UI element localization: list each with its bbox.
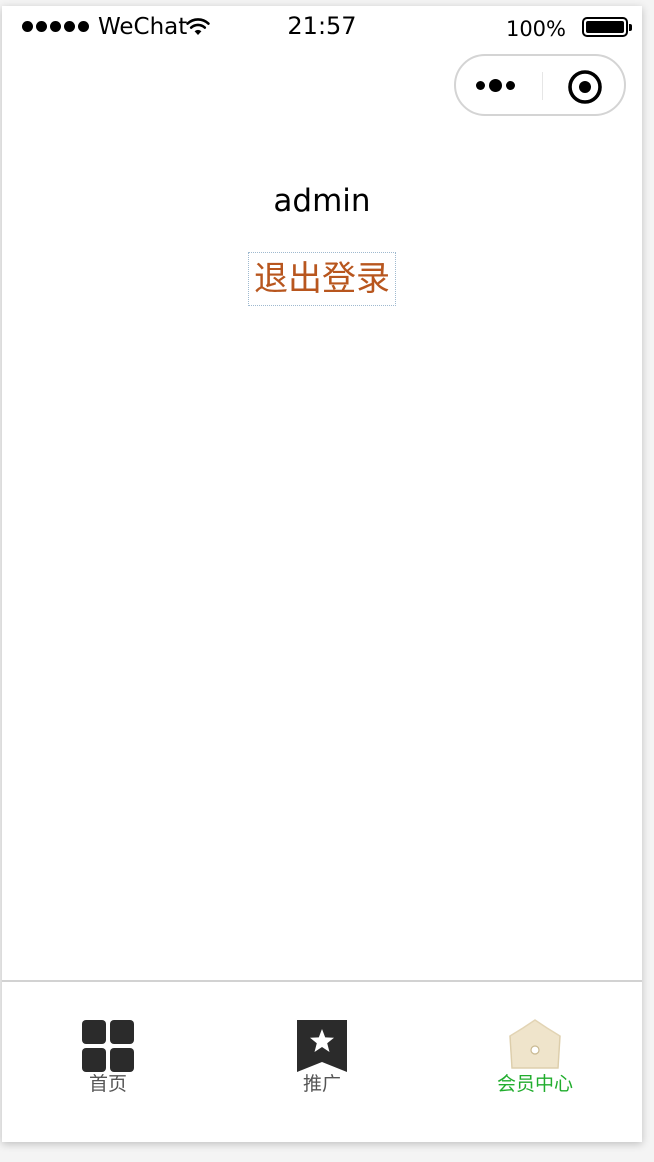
tab-promotion-label: 推广: [302, 1073, 341, 1095]
grid-icon: [82, 1020, 134, 1072]
tab-home[interactable]: 首页: [33, 1018, 183, 1096]
tab-member-center-label: 会员中心: [496, 1073, 573, 1095]
tab-promotion[interactable]: 推广: [247, 1018, 397, 1096]
logout-button[interactable]: 退出登录: [248, 252, 396, 306]
miniprogram-capsule: [454, 54, 626, 116]
tab-bar: 首页 推广 会员中心: [2, 980, 642, 1142]
battery-tip: [629, 24, 632, 31]
status-bar: WeChat 21:57 100%: [2, 6, 642, 50]
tab-member-center[interactable]: 会员中心: [460, 1018, 610, 1096]
battery-icon: [582, 17, 628, 37]
crown-icon: [509, 1019, 561, 1069]
battery-percentage: 100%: [505, 17, 566, 41]
phone-screen: WeChat 21:57 100% admin 退出登录 首页 推广 会员中心: [2, 6, 642, 1142]
username-text: admin: [273, 183, 371, 219]
tab-home-label: 首页: [88, 1073, 127, 1095]
capsule-divider: [542, 72, 543, 100]
more-dots-icon[interactable]: [476, 79, 515, 92]
bookmark-star-icon: [297, 1020, 347, 1072]
target-icon[interactable]: [567, 69, 603, 109]
